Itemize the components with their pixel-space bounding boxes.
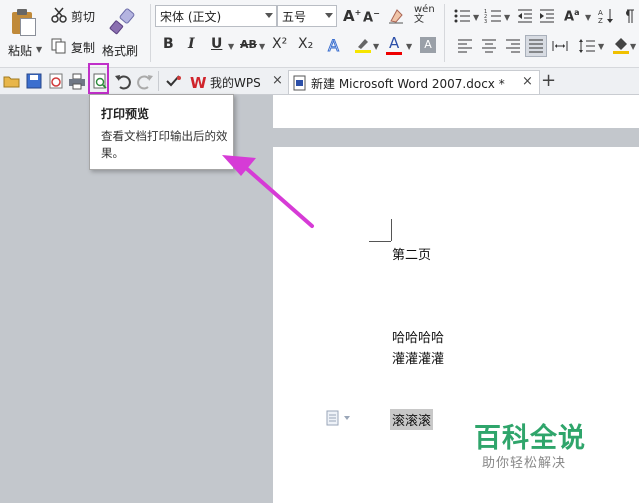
print-preview-tooltip: 打印预览 查看文档打印输出后的效果。: [89, 94, 234, 170]
doc-line-selected[interactable]: 滚滚滚: [390, 409, 434, 430]
close-icon[interactable]: ×: [522, 74, 533, 89]
svg-text:3: 3: [484, 19, 487, 25]
tab-document[interactable]: 新建 Microsoft Word 2007.docx * ×: [288, 70, 540, 94]
strikethrough-button[interactable]: AB: [240, 38, 257, 51]
paste-dropdown-icon: ▼: [36, 45, 43, 54]
align-right-icon[interactable]: [504, 37, 522, 55]
chevron-down-icon[interactable]: ▼: [504, 13, 510, 22]
superscript-button[interactable]: X²: [272, 36, 287, 52]
word-document-icon: [293, 75, 306, 91]
chevron-down-icon[interactable]: ▼: [585, 13, 591, 22]
highlight-icon[interactable]: [354, 36, 372, 54]
pinyin-icon[interactable]: wén 文: [414, 5, 435, 25]
paintbrush-icon: [109, 8, 135, 35]
font-size-select[interactable]: 五号: [277, 5, 337, 27]
distributed-icon[interactable]: [551, 37, 569, 55]
svg-text:A: A: [328, 36, 339, 54]
copy-button[interactable]: 复制: [50, 37, 100, 55]
cut-button[interactable]: 剪切: [50, 6, 100, 24]
clear-format-icon[interactable]: [387, 7, 405, 25]
tab-my-wps[interactable]: W 我的WPS ×: [186, 70, 286, 94]
wps-logo-icon: W: [190, 74, 206, 90]
scissors-icon: [51, 7, 67, 23]
svg-text:A: A: [598, 9, 603, 17]
previous-page[interactable]: [273, 95, 639, 128]
underline-button[interactable]: U: [211, 36, 222, 52]
redo-icon[interactable]: [136, 72, 154, 90]
watermark-title: 百科全说: [474, 423, 586, 454]
chevron-down-icon: [325, 13, 333, 18]
tooltip-title: 打印预览: [101, 107, 150, 121]
font-size-value: 五号: [282, 9, 307, 24]
export-pdf-icon[interactable]: [47, 72, 65, 90]
chevron-down-icon[interactable]: ▼: [598, 42, 604, 51]
svg-text:Z: Z: [598, 17, 603, 25]
chevron-down-icon[interactable]: ▼: [473, 13, 479, 22]
paste-label: 粘贴: [8, 44, 33, 58]
paragraph-handle-icon[interactable]: [325, 410, 353, 426]
align-center-icon[interactable]: [480, 37, 498, 55]
ribbon: 粘贴 ▼ 剪切 复制 格式刷 宋体 (正文) 五号 A+ A− wén 文 B …: [0, 0, 639, 68]
svg-text:W: W: [190, 74, 206, 90]
format-painter-button[interactable]: 格式刷: [102, 4, 144, 62]
save-icon[interactable]: [25, 72, 43, 90]
chevron-down-icon[interactable]: ▼: [259, 42, 265, 51]
align-justify-icon: [529, 39, 543, 53]
font-name-value: 宋体 (正文): [160, 9, 222, 24]
customize-toolbar-icon[interactable]: [164, 72, 182, 90]
shading-bucket-icon[interactable]: [612, 36, 630, 54]
copy-icon: [51, 38, 66, 54]
justify-button[interactable]: [525, 35, 547, 57]
new-tab-button[interactable]: +: [541, 70, 556, 91]
chevron-down-icon[interactable]: ▼: [630, 42, 636, 51]
text-effect-icon[interactable]: A: [326, 36, 344, 54]
cut-label: 剪切: [71, 10, 96, 24]
show-marks-icon[interactable]: [620, 7, 638, 25]
print-preview-highlight: [88, 63, 109, 94]
chevron-down-icon: [265, 13, 273, 18]
shrink-font-icon[interactable]: A−: [363, 9, 380, 25]
char-shading-icon[interactable]: A: [420, 37, 436, 53]
grow-font-icon[interactable]: A+: [343, 7, 361, 25]
font-name-select[interactable]: 宋体 (正文): [155, 5, 277, 27]
watermark-subtitle: 助你轻松解决: [482, 456, 567, 471]
doc-line-guan[interactable]: 灌灌灌灌: [392, 348, 444, 367]
line-spacing-icon[interactable]: [578, 37, 596, 55]
chevron-down-icon[interactable]: ▼: [373, 42, 379, 51]
bullet-list-icon[interactable]: [453, 7, 471, 25]
open-folder-icon[interactable]: [3, 72, 21, 90]
sort-icon[interactable]: AZ: [597, 7, 615, 25]
change-case-icon[interactable]: Aa: [564, 8, 579, 24]
numbered-list-icon[interactable]: 123: [484, 7, 502, 25]
italic-button[interactable]: I: [188, 36, 195, 52]
doc-line-page-two[interactable]: 第二页: [392, 244, 431, 263]
close-icon[interactable]: ×: [272, 73, 283, 88]
tooltip-description: 查看文档打印输出后的效果。: [101, 129, 228, 160]
doc-line-haha[interactable]: 哈哈哈哈: [392, 327, 444, 346]
font-color-button[interactable]: A: [389, 34, 399, 52]
chevron-down-icon[interactable]: ▼: [228, 42, 234, 51]
chevron-down-icon[interactable]: ▼: [406, 42, 412, 51]
tab-document-label: 新建 Microsoft Word 2007.docx *: [311, 77, 505, 91]
margin-corner-mark: [391, 219, 392, 241]
bold-button[interactable]: B: [163, 36, 174, 52]
print-icon[interactable]: [68, 72, 86, 90]
tab-my-wps-label: 我的WPS: [210, 76, 261, 90]
paste-button[interactable]: 粘贴 ▼: [6, 4, 44, 62]
copy-label: 复制: [71, 41, 96, 55]
undo-icon[interactable]: [114, 72, 132, 90]
align-left-icon[interactable]: [456, 37, 474, 55]
decrease-indent-icon[interactable]: [516, 7, 534, 25]
subscript-button[interactable]: X₂: [298, 36, 313, 52]
format-painter-label: 格式刷: [102, 44, 139, 58]
increase-indent-icon[interactable]: [538, 7, 556, 25]
